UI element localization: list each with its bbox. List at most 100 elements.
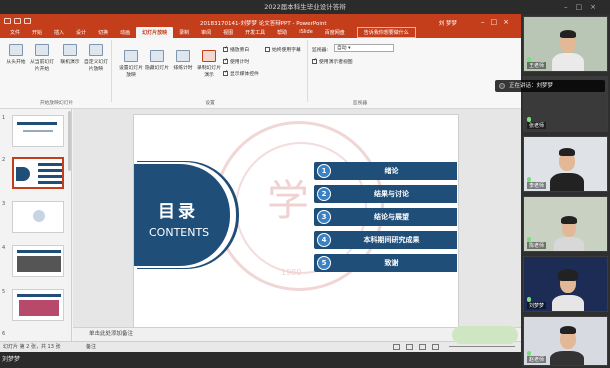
checkbox-icon[interactable] [223,69,228,76]
group-label-start: 开始放映幻灯片 [39,101,74,106]
participant-tile[interactable]: 李老师 [523,136,608,192]
seal-character: 学 [267,176,310,225]
item-label: 致谢 [384,259,399,267]
participant-tile[interactable]: 陈老师 [523,196,608,252]
contents-title-cn: 目录 [158,202,198,222]
powerpoint-window: 20183170141-刘梦梦 论文答辩PPT - PowerPoint 刘 梦… [0,14,521,352]
contents-item[interactable]: 4 本科期间研究成果 [314,231,457,249]
slide-thumbnail-2[interactable] [12,157,64,189]
tab-view[interactable]: 视图 [217,27,239,38]
thumb-title-bar [17,294,61,297]
rehearse-timings-button[interactable]: 排练计时 [169,50,197,71]
redo-icon[interactable] [24,18,31,24]
tab-review[interactable]: 审阅 [195,27,217,38]
tab-design[interactable]: 设计 [70,27,92,38]
participant-tile[interactable]: 赵老师 [523,316,608,366]
custom-show-button[interactable]: 自定义幻灯片放映 [82,44,110,72]
item-number: 2 [317,187,331,201]
slide-thumbnail-5[interactable] [12,289,64,321]
ppt-window-controls[interactable]: –□× [481,18,515,26]
tab-file[interactable]: 文件 [4,27,26,38]
thumb-title-block [16,167,30,181]
zoom-slider[interactable] [449,346,515,347]
thumb-title-bar [17,250,61,253]
participant-name: 刘梦梦 [527,302,547,309]
save-icon[interactable] [4,18,11,24]
thumb-row-bar [38,181,62,184]
slide-number: 4 [2,245,6,251]
item-number: 3 [317,210,331,224]
slide-thumbnail-4[interactable] [12,245,64,277]
tab-islide[interactable]: iSlide [293,27,319,38]
checkbox-icon[interactable] [223,57,228,64]
custom-show-icon [89,44,103,56]
checkbox-presenter-view[interactable]: 使用演示者视图 [312,57,353,65]
from-current-button[interactable]: 从当前幻灯片开始 [28,44,56,72]
checkbox-icon[interactable] [312,57,317,64]
play-current-icon [35,44,49,56]
contents-item[interactable]: 1 绪论 [314,162,457,180]
group-setup: 设置幻灯片放映 隐藏幻灯片 排练计时 录制幻灯片演示 播放旁白 使用计时 显示媒… [113,40,308,106]
contents-item[interactable]: 2 结果与讨论 [314,185,457,203]
floating-mini-widget[interactable] [452,326,518,344]
slideshow-view-icon[interactable] [432,344,439,350]
from-beginning-button[interactable]: 从头开始 [2,44,30,65]
view-buttons [393,344,439,350]
contents-item[interactable]: 3 结论与展望 [314,208,457,226]
workspace: 1 2 3 4 5 6 学 1980 目录 CONTENTS 1 绪论 2 结果… [0,109,521,341]
participant-hair [560,326,576,334]
slide-thumbnail-3[interactable] [12,201,64,233]
thumbnail-scrollbar[interactable] [68,111,71,171]
undo-icon[interactable] [14,18,21,24]
thumb-image-grid [19,300,59,316]
tab-slideshow[interactable]: 幻灯片放映 [136,27,174,38]
contents-title-block[interactable]: 目录 CONTENTS [134,164,230,266]
tab-record[interactable]: 录制 [173,27,195,38]
tab-insert[interactable]: 插入 [48,27,70,38]
monitor-select[interactable]: 自动 ▾ [334,44,394,52]
present-online-button[interactable]: 联机演示 [56,44,84,65]
participant-tile[interactable]: 王老师 [523,16,608,72]
normal-view-icon[interactable] [393,344,400,350]
status-bar: 幻灯片 第 2 张，共 13 张 备注 [0,341,521,352]
tab-baidu[interactable]: 百度网盘 [319,27,351,38]
tab-help[interactable]: 帮助 [271,27,293,38]
checkbox-icon[interactable] [265,47,270,52]
checkbox-show-media-controls[interactable]: 显示媒体控件 [223,69,259,77]
slide-status: 幻灯片 第 2 张，共 13 张 [3,344,61,350]
monitor-label: 监视器: [312,48,329,53]
thumb-row-bar [38,163,62,166]
checkbox-play-narrations[interactable]: 播放旁白 [223,45,249,53]
window-controls[interactable]: –□× [564,0,604,14]
participant-body [550,351,584,365]
contents-list: 1 绪论 2 结果与讨论 3 结论与展望 4 本科期间研究成果 5 致谢 [314,162,457,277]
tab-transitions[interactable]: 切换 [92,27,114,38]
thumb-circle [33,210,45,222]
quick-access-toolbar[interactable] [4,18,31,24]
setup-slideshow-button[interactable]: 设置幻灯片放映 [117,50,145,78]
checkbox-use-timings[interactable]: 使用计时 [223,57,249,65]
thumb-text-bar [23,130,53,132]
slide-number: 2 [2,157,6,163]
hide-slide-button[interactable]: 隐藏幻灯片 [143,50,171,71]
slide-sorter-icon[interactable] [406,344,413,350]
tab-home[interactable]: 开始 [26,27,48,38]
tab-animations[interactable]: 动画 [114,27,136,38]
thumb-row-bar [38,169,62,172]
reading-view-icon[interactable] [419,344,426,350]
record-slideshow-button[interactable]: 录制幻灯片演示 [195,50,223,78]
tab-developer[interactable]: 开发工具 [239,27,271,38]
participant-tile[interactable]: 刘梦梦 [523,256,608,312]
checkbox-always-subtitles[interactable]: 始终使用字幕 [265,46,301,53]
meeting-title: 2022届本科生毕业设计答辩 [264,3,346,11]
slide-thumbnail-1[interactable] [12,115,64,147]
slide-2: 学 1980 目录 CONTENTS 1 绪论 2 结果与讨论 3 结论与展望 4 本科… [133,114,459,331]
meeting-bottom-bar: 刘梦梦 [0,352,521,368]
user-name[interactable]: 刘 梦梦 [439,19,457,27]
checkbox-icon[interactable] [223,45,228,52]
notes-toggle-button[interactable]: 备注 [86,342,96,352]
contents-item[interactable]: 5 致谢 [314,254,457,272]
toast-text: 正在讲话：刘梦梦 [509,83,554,89]
participant-hair [560,30,576,38]
tell-me-search[interactable]: 告诉我你想要做什么 [356,27,416,38]
